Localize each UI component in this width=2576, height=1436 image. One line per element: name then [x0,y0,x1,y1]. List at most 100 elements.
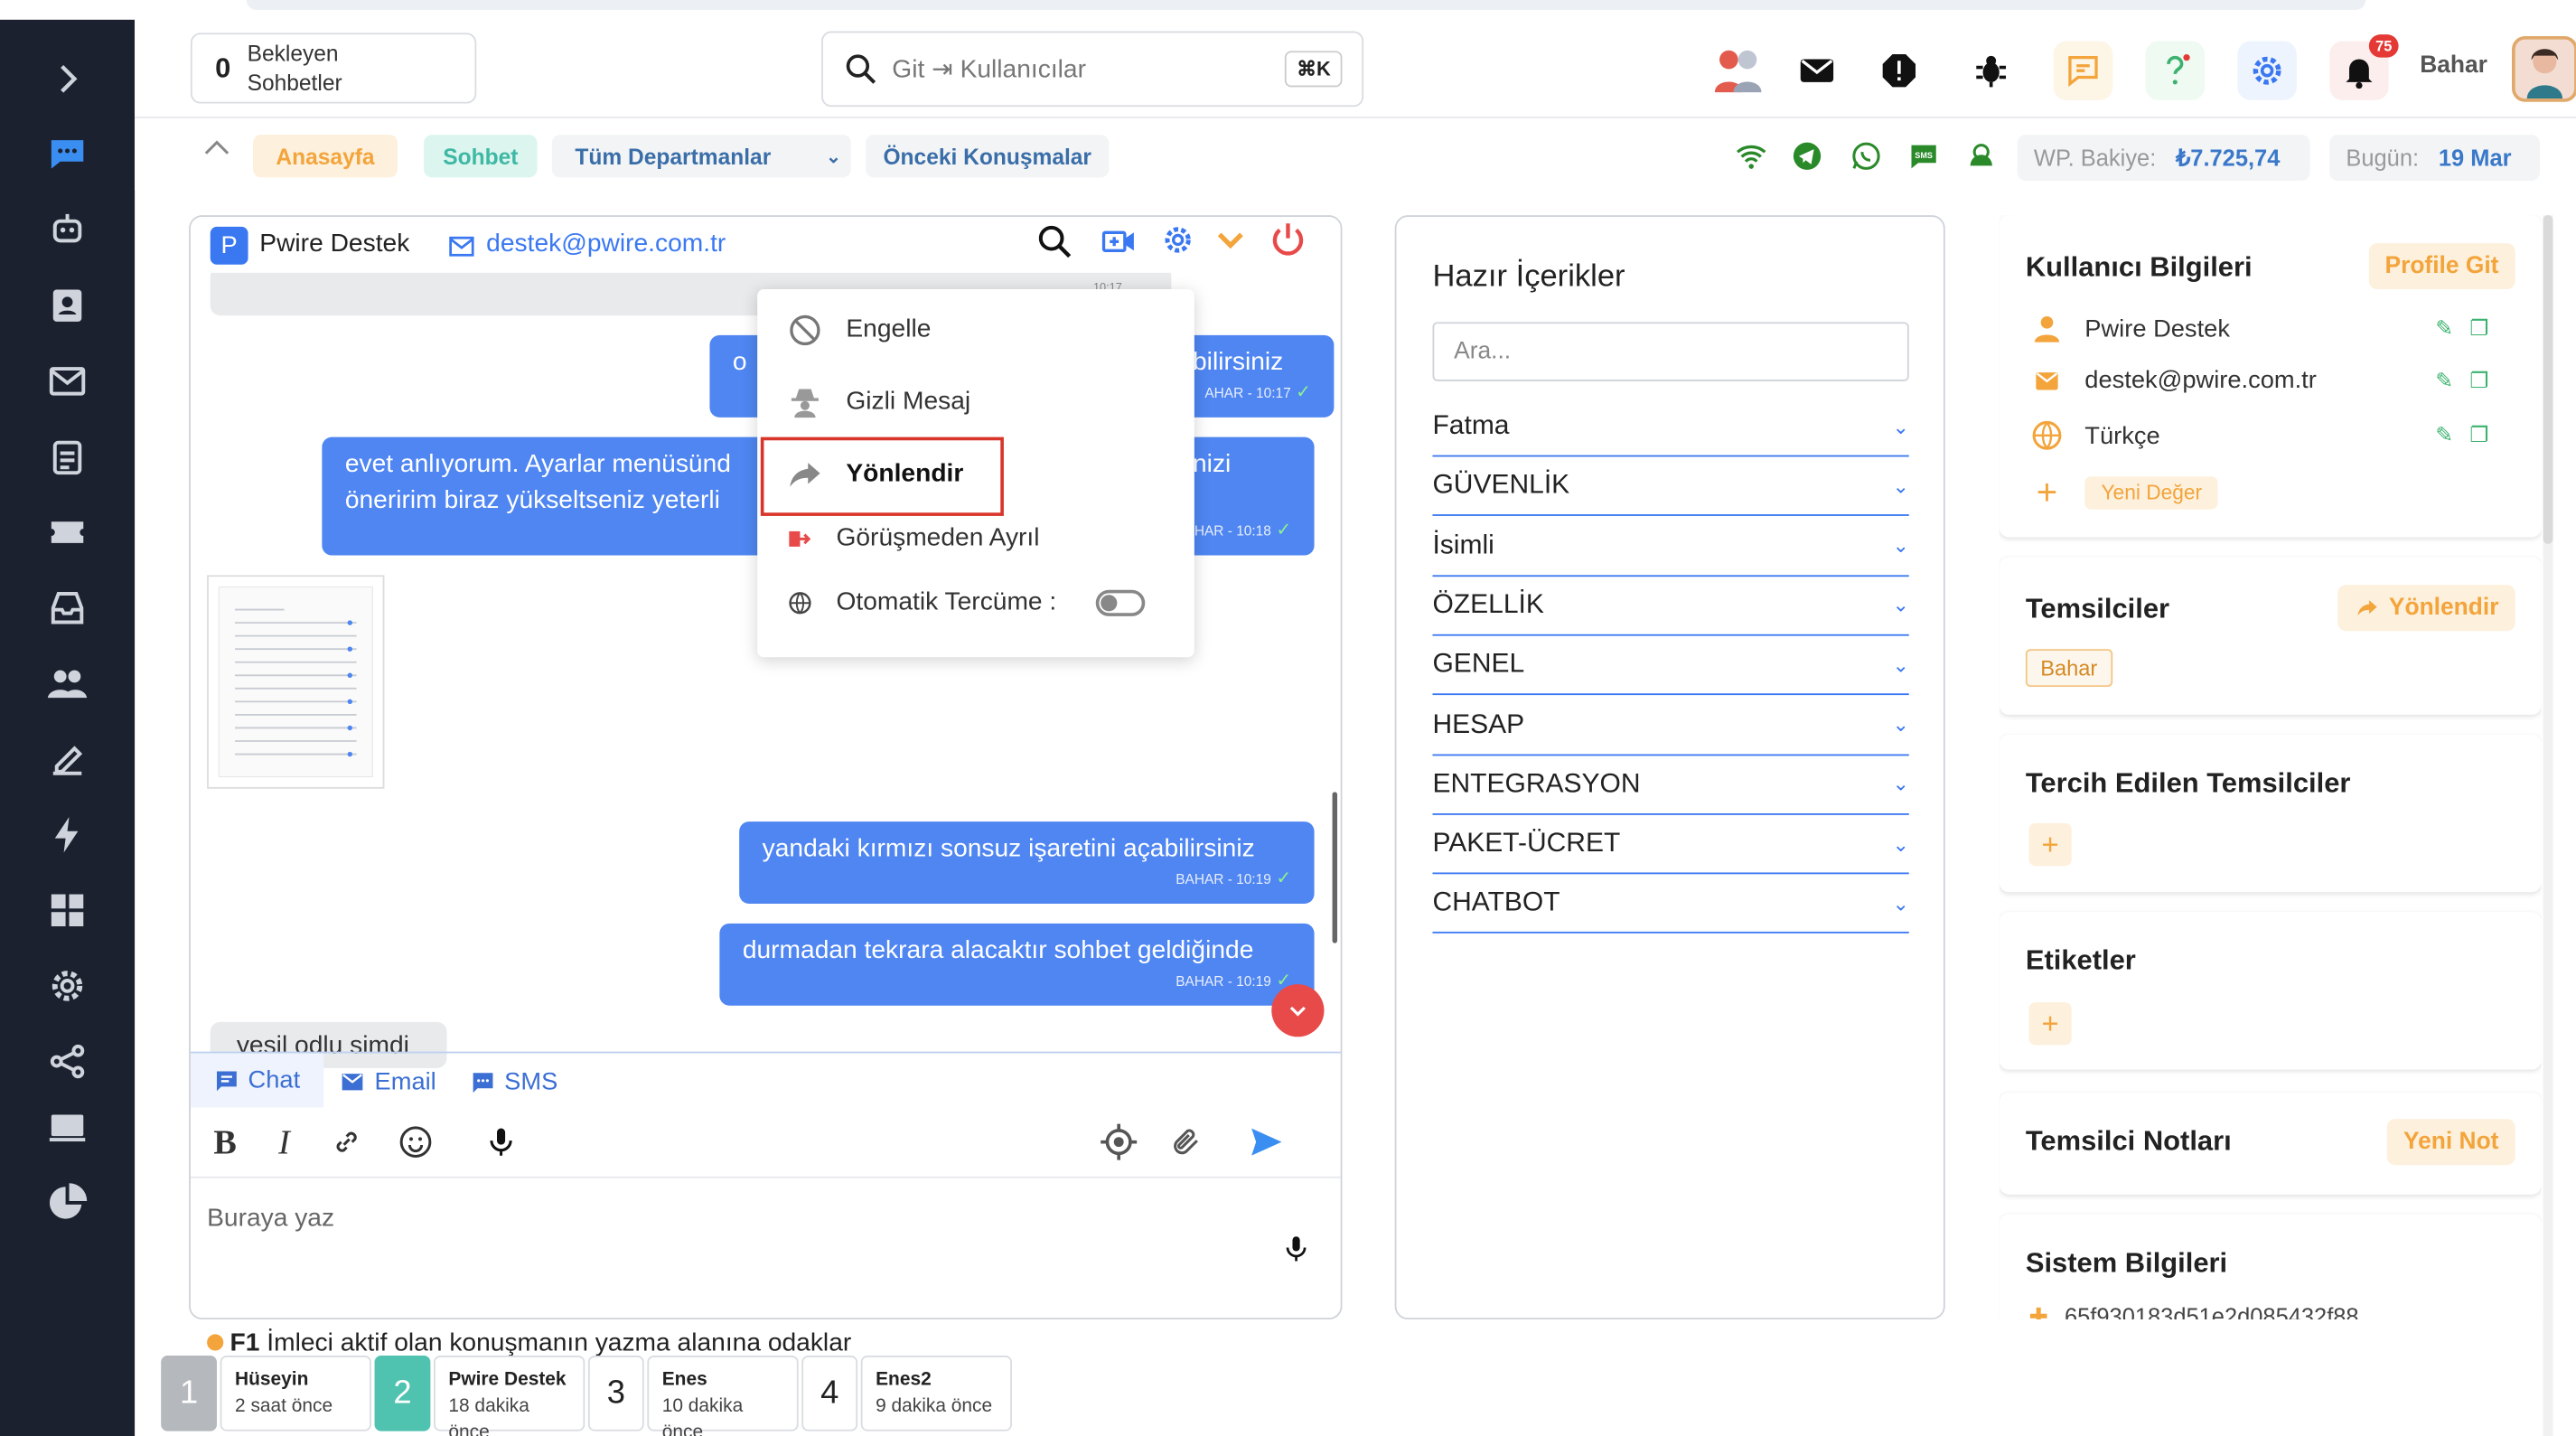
add-tag-button[interactable]: + [2028,1002,2072,1046]
bug-icon[interactable] [1962,41,2020,99]
chat-scrollbar[interactable] [1332,792,1338,943]
message-text: durmadan tekrara alacaktır sohbet geldiğ… [742,936,1254,965]
new-note-button[interactable]: Yeni Not [2386,1119,2515,1166]
queue-number[interactable]: 4 [801,1356,858,1431]
sms-icon[interactable]: SMS [1904,136,1944,176]
add-value-row[interactable]: + Yeni Değer [2028,472,2488,514]
copy-icon[interactable]: ❐ [2469,315,2488,342]
queue-number[interactable]: 2 [374,1356,431,1431]
gear-icon[interactable] [1160,221,1196,258]
edit-icon[interactable] [44,737,90,783]
search-icon[interactable] [1035,221,1074,261]
contacts-icon[interactable] [44,283,90,329]
scroll-down-button[interactable] [1271,984,1325,1037]
help-icon[interactable] [2145,41,2206,100]
whatsapp-icon[interactable] [1847,136,1887,176]
copy-icon[interactable]: ❐ [2469,367,2488,393]
tab-email[interactable]: Email [339,1068,436,1096]
feedback-icon[interactable] [2053,41,2113,100]
attach-button[interactable] [1165,1121,1207,1163]
queue-number[interactable]: 3 [587,1356,644,1431]
gear-icon[interactable] [2237,41,2297,100]
page-scrollbar[interactable] [2543,215,2553,1436]
lightning-icon[interactable] [44,812,90,858]
tab-chat[interactable]: Chat [190,1053,323,1108]
previous-conversations-tab[interactable]: Önceki Konuşmalar [866,135,1110,178]
expand-chevron-icon[interactable] [44,56,90,102]
pending-chats-box[interactable]: 0 Bekleyen Sohbetler [190,33,477,104]
agents-forward-button[interactable]: Yönlendir [2337,585,2515,632]
message-time: BAHAR - 10:19 [1176,972,1271,990]
inbox-icon[interactable] [44,585,90,631]
tab-sms-label: SMS [504,1067,558,1096]
spy-icon [791,389,819,418]
category-item[interactable]: HESAP ⌄ [1432,696,1909,756]
users-icon[interactable] [44,661,90,707]
location-button[interactable] [1098,1121,1140,1163]
category-item[interactable]: PAKET-ÜCRET ⌄ [1432,815,1909,875]
clipboard-icon[interactable] [44,434,90,480]
chat-tab[interactable]: Sohbet [424,135,538,178]
copy-icon[interactable]: ❐ [2469,422,2488,448]
queue-item[interactable]: Enes2 9 dakika önce [860,1356,1013,1431]
menu-item-block[interactable]: Engelle [787,312,931,348]
chat-icon[interactable] [44,131,90,177]
avatar[interactable] [2512,36,2576,102]
pencil-icon[interactable]: ✎ [2435,367,2453,393]
send-button[interactable] [1245,1121,1288,1163]
voice-record-button[interactable] [480,1121,522,1163]
italic-button[interactable]: I [263,1121,305,1163]
message-composer[interactable]: Buraya yaz [190,1176,1341,1318]
pencil-icon[interactable]: ✎ [2435,315,2453,342]
add-preferred-agent-button[interactable]: + [2028,822,2072,867]
bell-icon[interactable]: 75 [2329,34,2399,100]
monitor-icon[interactable] [44,1104,90,1150]
link-button[interactable] [325,1121,368,1163]
menu-item-leave[interactable]: Görüşmeden Ayrıl [787,524,1040,554]
queue-item[interactable]: Enes 10 dakika önce [647,1356,799,1436]
microphone-icon[interactable] [1281,1231,1311,1267]
category-item[interactable]: GÜVENLİK ⌄ [1432,457,1909,517]
profile-go-button[interactable]: Profile Git [2368,243,2515,290]
ticket-icon[interactable] [44,510,90,556]
wifi-icon[interactable] [1731,136,1771,176]
mail-icon[interactable] [44,358,90,404]
video-call-icon[interactable] [1099,223,1138,259]
envelope-icon[interactable] [1787,41,1846,99]
category-item[interactable]: İsimli ⌄ [1432,517,1909,577]
category-item[interactable]: GENEL ⌄ [1432,636,1909,696]
robot-icon[interactable] [44,207,90,253]
collapse-chevron-icon[interactable] [201,131,233,174]
chatbot-icon[interactable] [1962,136,2001,176]
category-item[interactable]: ÖZELLİK ⌄ [1432,577,1909,636]
new-value-button[interactable]: Yeni Değer [2084,476,2219,510]
queue-number[interactable]: 1 [161,1356,218,1431]
category-item[interactable]: Fatma ⌄ [1432,398,1909,457]
global-search[interactable]: Git ⇥ Kullanıcılar ⌘K [821,31,1364,108]
chevron-down-icon[interactable] [1213,223,1249,256]
emoji-button[interactable] [394,1121,436,1163]
queue-item[interactable]: Pwire Destek 18 dakika önce [434,1356,585,1436]
ready-search-input[interactable]: Ara... [1432,322,1909,381]
pie-chart-icon[interactable] [44,1179,90,1225]
agents-icon[interactable] [1705,33,1771,105]
power-icon[interactable] [1269,221,1308,260]
image-attachment-thumbnail[interactable] [207,575,385,789]
settings-icon[interactable] [44,962,90,1009]
home-tab[interactable]: Anasayfa [253,135,398,178]
agent-chip[interactable]: Bahar [2025,649,2112,688]
bold-button[interactable]: B [203,1121,246,1163]
tab-sms[interactable]: SMS [470,1068,557,1096]
dashboard-icon[interactable] [44,887,90,934]
auto-translate-toggle[interactable] [1095,589,1146,616]
pencil-icon[interactable]: ✎ [2435,422,2453,448]
menu-item-secret-message[interactable]: Gizli Mesaj [787,384,970,420]
alert-icon[interactable] [1869,41,1928,99]
contact-email[interactable]: destek@pwire.com.tr [486,230,726,260]
queue-item[interactable]: Hüseyin 2 saat önce [220,1356,371,1431]
share-icon[interactable] [44,1038,90,1084]
category-item[interactable]: CHATBOT ⌄ [1432,875,1909,934]
category-item[interactable]: ENTEGRASYON ⌄ [1432,756,1909,815]
departments-dropdown[interactable]: Tüm Departmanlar ⌄ [551,135,851,178]
telegram-icon[interactable] [1787,136,1827,176]
